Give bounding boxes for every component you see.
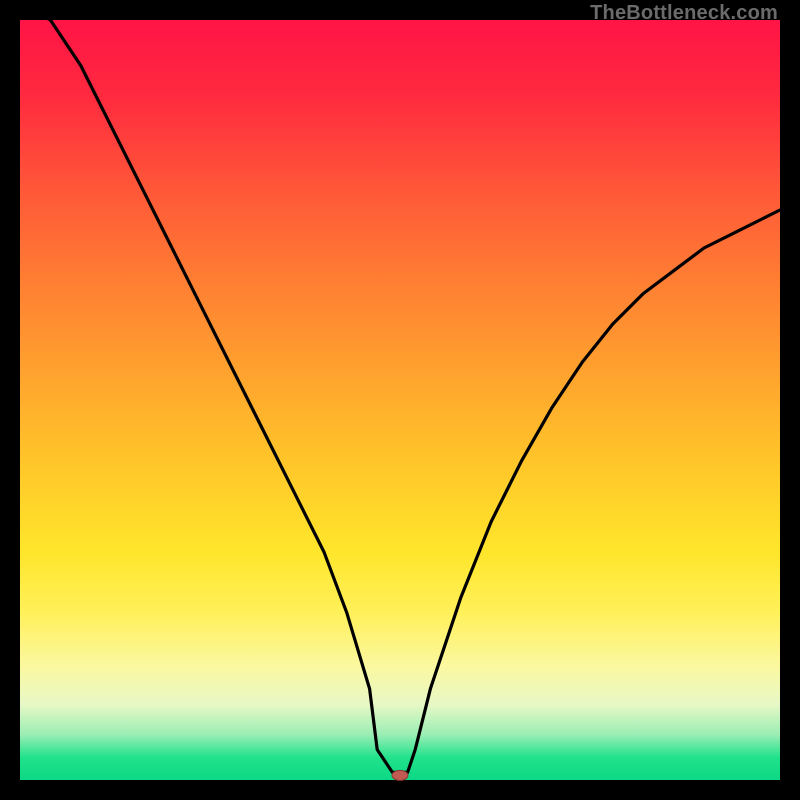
minimum-marker (392, 770, 408, 780)
chart-svg (20, 20, 780, 780)
chart-stage: TheBottleneck.com (0, 0, 800, 800)
plot-area (20, 20, 780, 780)
bottleneck-curve (20, 5, 780, 773)
